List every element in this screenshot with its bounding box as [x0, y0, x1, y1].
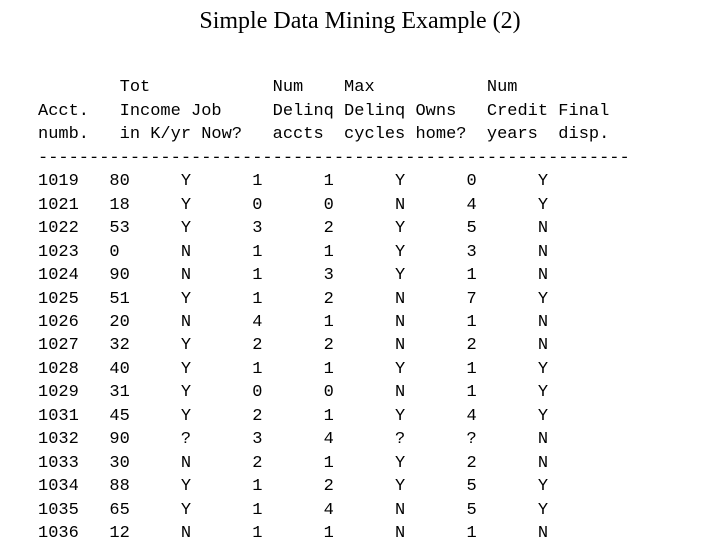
page-title: Simple Data Mining Example (2) [0, 8, 720, 35]
table-row: 1034 88 Y 1 2 Y 5 Y [38, 477, 548, 496]
table-row: 1025 51 Y 1 2 N 7 Y [38, 290, 548, 309]
header-line-2: Acct. Income Job Delinq Delinq Owns Cred… [38, 102, 609, 121]
table-row: 1031 45 Y 2 1 Y 4 Y [38, 407, 548, 426]
table-row: 1028 40 Y 1 1 Y 1 Y [38, 360, 548, 379]
table-row: 1036 12 N 1 1 N 1 N [38, 524, 548, 543]
table-row: 1021 18 Y 0 0 N 4 Y [38, 196, 548, 215]
table-row: 1023 0 N 1 1 Y 3 N [38, 243, 548, 262]
table-row: 1029 31 Y 0 0 N 1 Y [38, 383, 548, 402]
table-row: 1033 30 N 2 1 Y 2 N [38, 454, 548, 473]
separator: ----------------------------------------… [38, 149, 630, 168]
table-row: 1024 90 N 1 3 Y 1 N [38, 266, 548, 285]
table-row: 1032 90 ? 3 4 ? ? N [38, 430, 548, 449]
table-row: 1027 32 Y 2 2 N 2 N [38, 336, 548, 355]
header-line-3: numb. in K/yr Now? accts cycles home? ye… [38, 125, 609, 144]
table-row: 1019 80 Y 1 1 Y 0 Y [38, 172, 548, 191]
table-row: 1026 20 N 4 1 N 1 N [38, 313, 548, 332]
header-line-1: Tot Num Max Num [38, 78, 517, 97]
table-row: 1022 53 Y 3 2 Y 5 N [38, 219, 548, 238]
data-table: Tot Num Max Num Acct. Income Job Delinq … [38, 53, 720, 546]
table-row: 1035 65 Y 1 4 N 5 Y [38, 501, 548, 520]
